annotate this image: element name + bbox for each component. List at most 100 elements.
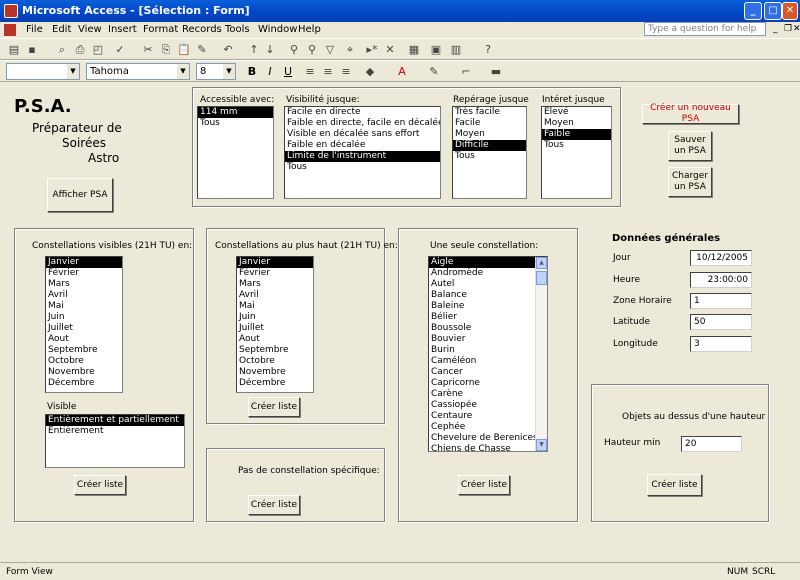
save-psa-button[interactable]: Sauver un PSA (668, 131, 712, 161)
list-item[interactable]: Carène (429, 389, 535, 400)
scrollbar[interactable]: ▲ ▼ (535, 257, 547, 451)
list-item[interactable]: Mai (46, 301, 122, 312)
list-item[interactable]: Très facile (453, 107, 526, 118)
filter-selection-icon[interactable]: ⚲ (286, 42, 302, 58)
highest-months-list[interactable]: Janvier Février Mars Avril Mai Juin Juillet Aou… (236, 256, 314, 393)
paste-icon[interactable]: 📋 (176, 42, 192, 58)
delete-record-icon[interactable]: ✕ (382, 42, 398, 58)
list-item[interactable]: Juin (237, 312, 313, 323)
new-record-icon[interactable]: ▸* (364, 42, 380, 58)
show-psa-button[interactable]: Afficher PSA (47, 178, 113, 212)
list-item[interactable]: Facile (453, 118, 526, 129)
bold-button[interactable]: B (244, 64, 260, 80)
create-list-visible-button[interactable]: Créer liste (74, 475, 126, 495)
list-item[interactable]: Janvier (237, 257, 313, 268)
single-const-list[interactable]: Aigle Andromède Autel Balance Baleine Bélier B… (428, 256, 548, 452)
access-app-icon[interactable] (4, 4, 18, 18)
minimize-button[interactable]: _ (744, 2, 762, 20)
list-item[interactable]: Avril (237, 290, 313, 301)
list-item[interactable]: Novembre (237, 367, 313, 378)
list-item[interactable]: Janvier (46, 257, 122, 268)
visible-months-list[interactable]: Janvier Février Mars Avril Mai Juin Juillet Aou… (45, 256, 123, 393)
list-item[interactable]: Capricorne (429, 378, 535, 389)
list-item[interactable]: Octobre (237, 356, 313, 367)
menu-file[interactable]: File (26, 24, 43, 35)
list-item[interactable]: Burin (429, 345, 535, 356)
list-item[interactable]: Moyen (453, 129, 526, 140)
list-item[interactable]: Boussole (429, 323, 535, 334)
list-item[interactable]: Tous (198, 118, 273, 129)
menu-tools[interactable]: Tools (225, 24, 250, 35)
list-item[interactable]: Cancer (429, 367, 535, 378)
list-item[interactable]: Chiens de Chasse (429, 444, 535, 451)
list-item[interactable]: Visible en décalée sans effort (285, 129, 440, 140)
menu-records[interactable]: Records (182, 24, 222, 35)
save-icon[interactable]: ▪ (24, 42, 40, 58)
font-color-icon[interactable]: A (394, 64, 410, 80)
undo-icon[interactable]: ↶ (220, 42, 236, 58)
maximize-button[interactable]: □ (764, 2, 782, 20)
visible-mode-list[interactable]: Entièrement et partiellement Entièrement (45, 414, 185, 468)
general-field-input[interactable]: 1 (690, 293, 752, 309)
general-field-input[interactable]: 50 (690, 314, 752, 330)
menu-help[interactable]: Help (298, 24, 321, 35)
load-psa-button[interactable]: Charger un PSA (668, 167, 712, 197)
menu-view[interactable]: View (78, 24, 102, 35)
scroll-thumb[interactable] (536, 271, 547, 285)
menu-window[interactable]: Window (258, 24, 297, 35)
help-icon[interactable]: ? (480, 42, 496, 58)
scroll-down-icon[interactable]: ▼ (536, 439, 547, 451)
line-width-icon[interactable]: ⌐ (458, 64, 474, 80)
doc-close-button[interactable]: ✕ (793, 24, 800, 34)
filter-form-icon[interactable]: ⚲ (304, 42, 320, 58)
list-item[interactable]: Décembre (46, 378, 122, 389)
list-item[interactable]: Centaure (429, 411, 535, 422)
list-item[interactable]: Avril (46, 290, 122, 301)
list-item[interactable]: Aigle (429, 257, 535, 268)
list-item[interactable]: Tous (453, 151, 526, 162)
list-item[interactable]: Juillet (237, 323, 313, 334)
create-list-highest-button[interactable]: Créer liste (248, 397, 300, 417)
create-list-single-button[interactable]: Créer liste (458, 475, 510, 495)
reperage-list[interactable]: Très facile Facile Moyen Difficile Tous (452, 106, 527, 199)
list-item[interactable]: Novembre (46, 367, 122, 378)
properties-icon[interactable]: ▦ (406, 42, 422, 58)
min-height-field[interactable]: 20 (681, 436, 742, 452)
special-effect-icon[interactable]: ▬ (488, 64, 504, 80)
list-item[interactable]: Bouvier (429, 334, 535, 345)
find-icon[interactable]: ⌖ (342, 42, 358, 58)
list-item[interactable]: Septembre (46, 345, 122, 356)
general-field-input[interactable]: 23:00:00 (690, 272, 752, 288)
view-icon[interactable]: ▤ (6, 42, 22, 58)
print-preview-icon[interactable]: ◰ (90, 42, 106, 58)
create-psa-button[interactable]: Créer un nouveau PSA (642, 103, 739, 124)
list-item[interactable]: Faible (542, 129, 611, 140)
list-item[interactable]: Baleine (429, 301, 535, 312)
list-item[interactable]: Décembre (237, 378, 313, 389)
visibility-list[interactable]: Facile en directe Faible en directe, fac… (284, 106, 441, 199)
doc-minimize-button[interactable]: _ (773, 24, 778, 34)
font-size-combo[interactable]: 8 ▼ (196, 63, 236, 80)
list-item[interactable]: Cephée (429, 422, 535, 433)
list-item[interactable]: Chevelure de Berenices (429, 433, 538, 444)
apply-filter-icon[interactable]: ▽ (322, 42, 338, 58)
menu-insert[interactable]: Insert (108, 24, 137, 35)
list-item[interactable]: Difficile (453, 140, 526, 151)
list-item[interactable]: Bélier (429, 312, 535, 323)
create-list-noconst-button[interactable]: Créer liste (248, 495, 300, 515)
underline-button[interactable]: U (280, 64, 296, 80)
list-item[interactable]: Mars (46, 279, 122, 290)
accessible-list[interactable]: 114 mm Tous (197, 106, 274, 199)
list-item[interactable]: Juin (46, 312, 122, 323)
list-item[interactable]: Février (237, 268, 313, 279)
general-field-input[interactable]: 10/12/2005 (690, 250, 752, 266)
doc-restore-button[interactable]: ❐ (784, 24, 792, 34)
print-icon[interactable]: ⎙ (72, 42, 88, 58)
align-right-icon[interactable]: ≡ (338, 64, 354, 80)
list-item[interactable]: Elevé (542, 107, 611, 118)
general-field-input[interactable]: 3 (690, 336, 752, 352)
list-item[interactable]: Septembre (237, 345, 313, 356)
interet-list[interactable]: Elevé Moyen Faible Tous (541, 106, 612, 199)
list-item[interactable]: Moyen (542, 118, 611, 129)
format-painter-icon[interactable]: ✎ (194, 42, 210, 58)
